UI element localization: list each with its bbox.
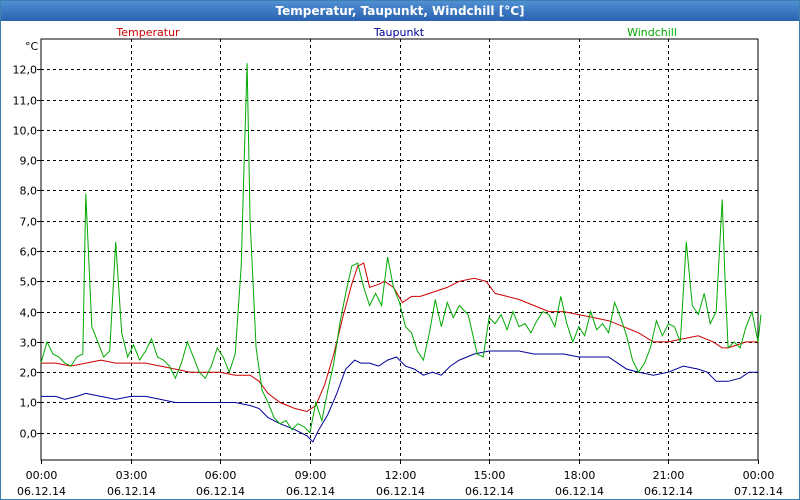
legend-entry-temperatur: Temperatur bbox=[115, 26, 180, 39]
series-line-taupunkt bbox=[41, 350, 758, 443]
legend: Temperatur Taupunkt Windchill bbox=[115, 26, 677, 39]
x-tick-date-label: 06.12.14 bbox=[196, 485, 245, 498]
y-tick-label: 10,0 bbox=[13, 125, 38, 138]
y-tick-label: 0,0 bbox=[20, 428, 38, 441]
x-tick-time-label: 12:00 bbox=[385, 469, 417, 482]
x-tick-time-label: 15:00 bbox=[474, 469, 506, 482]
y-tick-label: 12,0 bbox=[13, 64, 38, 77]
x-tick-date-label: 07.12.14 bbox=[734, 485, 783, 498]
x-tick-time-label: 21:00 bbox=[653, 469, 685, 482]
y-axis-unit-label: °C bbox=[25, 40, 39, 53]
x-axis-ticks: 00:00 06.12.14 03:00 06.12.14 06:00 06.12.14 0… bbox=[17, 469, 783, 498]
legend-entry-windchill: Windchill bbox=[627, 26, 677, 39]
x-tick-date-label: 06.12.14 bbox=[465, 485, 514, 498]
x-tick-date-label: 06.12.14 bbox=[376, 485, 425, 498]
x-tick-date-label: 06.12.14 bbox=[107, 485, 156, 498]
y-tick-label: 8,0 bbox=[20, 185, 38, 198]
line-chart: 0,0 1,0 2,0 3,0 4,0 5,0 6,0 7,0 8,0 9,0 10,0 11,0 12… bbox=[13, 26, 783, 498]
chart-window: Temperatur, Taupunkt, Windchill [°C] 0,0… bbox=[0, 0, 800, 500]
y-tick-label: 11,0 bbox=[13, 95, 38, 108]
x-tick-time-label: 03:00 bbox=[116, 469, 148, 482]
x-tick-date-label: 06.12.14 bbox=[644, 485, 693, 498]
y-tick-label: 6,0 bbox=[20, 246, 38, 259]
y-tick-label: 9,0 bbox=[20, 155, 38, 168]
x-tick-time-label: 00:00 bbox=[26, 469, 58, 482]
series-line-temperatur bbox=[41, 262, 758, 413]
y-tick-label: 3,0 bbox=[20, 337, 38, 350]
y-tick-label: 5,0 bbox=[20, 276, 38, 289]
y-tick-label: 2,0 bbox=[20, 367, 38, 380]
legend-entry-taupunkt: Taupunkt bbox=[373, 26, 425, 39]
x-tick-time-label: 18:00 bbox=[564, 469, 596, 482]
x-tick-time-label: 00:00 bbox=[743, 469, 775, 482]
x-tick-date-label: 06.12.14 bbox=[286, 485, 335, 498]
y-tick-label: 1,0 bbox=[20, 397, 38, 410]
x-tick-date-label: 06.12.14 bbox=[555, 485, 604, 498]
x-tick-date-label: 06.12.14 bbox=[17, 485, 66, 498]
y-tick-label: 4,0 bbox=[20, 307, 38, 320]
y-axis-ticks: 0,0 1,0 2,0 3,0 4,0 5,0 6,0 7,0 8,0 9,0 10,0 11,0 12… bbox=[13, 64, 38, 441]
x-tick-time-label: 09:00 bbox=[295, 469, 327, 482]
x-tick-time-label: 06:00 bbox=[205, 469, 237, 482]
y-tick-label: 7,0 bbox=[20, 216, 38, 229]
